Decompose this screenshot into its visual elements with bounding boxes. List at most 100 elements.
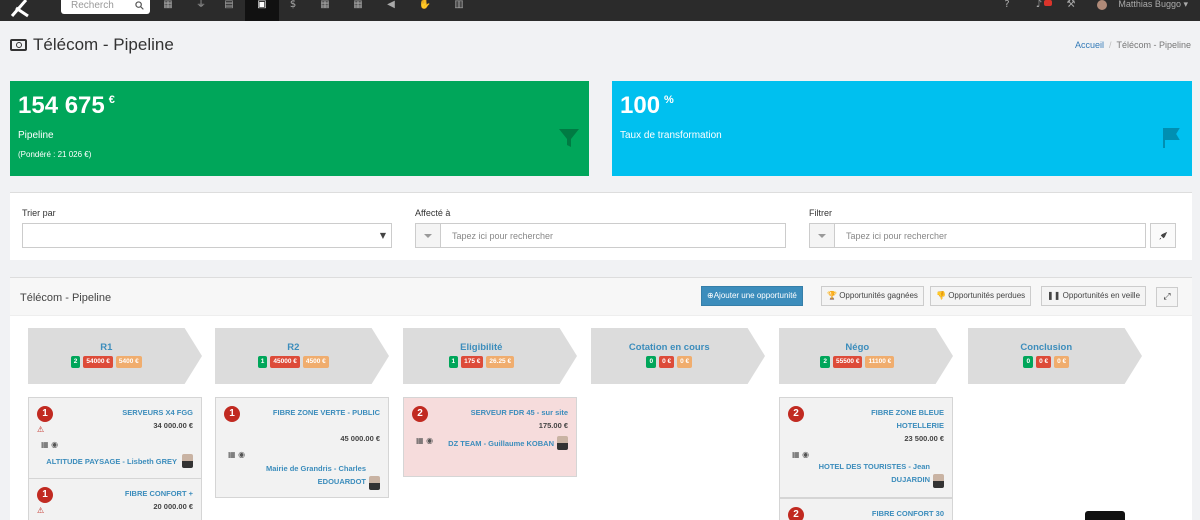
assigned-placeholder: Tapez ici pour rechercher: [452, 231, 554, 241]
caret-down-icon: ▼: [379, 231, 386, 240]
eye-icon[interactable]: ◉: [426, 436, 433, 445]
filter-dropdown-toggle[interactable]: [810, 224, 835, 247]
stage-count-badge: 1: [448, 356, 459, 368]
eye-icon[interactable]: ◉: [802, 450, 809, 459]
stage-count-badge: 2: [70, 356, 81, 368]
search-icon[interactable]: [135, 1, 144, 10]
opportunity-title[interactable]: FIBRE ZONE BLEUE HOTELLERIE: [844, 406, 944, 432]
briefcase-icon[interactable]: ▥: [452, 0, 466, 12]
won-opportunities-button[interactable]: 🏆 Opportunités gagnées: [821, 286, 924, 306]
opportunity-amount: 23 500.00 €: [904, 434, 944, 443]
funnel-icon: [559, 129, 579, 147]
tooltip: [1085, 511, 1125, 520]
add-opportunity-button[interactable]: ⊕Ajouter une opportunité: [701, 286, 803, 306]
calendar-icon[interactable]: ▦: [161, 0, 175, 12]
top-navbar: Recherch ▦ ⏚ ▤ ▣ $ ▦ ▦ ◀ ✋ ▥ ? ♪ ⚒ Matth…: [0, 0, 1200, 21]
apply-filter-button[interactable]: [1150, 223, 1176, 248]
page-title-text: Télécom - Pipeline: [33, 35, 174, 54]
opportunity-card[interactable]: 1 ⚠ SERVEURS X4 FGG 34 000.00 € ▦ ◉ ALTI…: [28, 397, 202, 479]
filter-icon[interactable]: ⏚: [194, 0, 208, 12]
user-menu[interactable]: Matthias Buggo ▾: [1118, 0, 1188, 10]
stage-amount-badge: 45000 €: [270, 356, 300, 368]
filter-label: Filtrer: [809, 208, 832, 218]
stage-eligibilite: Eligibilité 1 175 €26.25 €: [403, 328, 577, 384]
grid-icon[interactable]: ▦: [318, 0, 332, 12]
assigned-dropdown-toggle[interactable]: [416, 224, 441, 247]
opportunity-amount: 45 000.00 €: [340, 434, 380, 443]
lost-opportunities-button[interactable]: 👎 Opportunités perdues: [930, 286, 1032, 306]
calendar-icon[interactable]: ▦: [416, 436, 424, 445]
global-search[interactable]: Recherch: [61, 0, 150, 14]
opportunity-title[interactable]: FIBRE CONFORT 30: [872, 507, 944, 520]
calendar-icon[interactable]: ▦: [792, 450, 800, 459]
stage-amount-badge: 54000 €: [83, 356, 113, 368]
priority-badge: 2: [412, 406, 428, 422]
stage-weighted-badge: 0 €: [677, 356, 693, 368]
sort-label: Trier par: [22, 208, 56, 218]
priority-badge: 1: [224, 406, 240, 422]
expand-panel-button[interactable]: ⤢: [1156, 287, 1178, 307]
stage-weighted-badge: 5400 €: [115, 356, 142, 368]
opportunity-amount: 34 000.00 €: [153, 421, 193, 430]
app-logo-icon[interactable]: [10, 0, 32, 18]
global-search-input[interactable]: Recherch: [71, 0, 114, 11]
megaphone-icon[interactable]: ◀: [384, 0, 398, 12]
opportunity-client[interactable]: HOTEL DES TOURISTES - Jean DUJARDIN: [805, 460, 930, 486]
filter-placeholder: Tapez ici pour rechercher: [846, 231, 948, 241]
breadcrumb-home[interactable]: Accueil: [1075, 40, 1104, 50]
sort-select[interactable]: ▼: [22, 223, 392, 248]
money-bill-icon: [10, 39, 27, 51]
stage-name: Conclusion: [1020, 342, 1073, 353]
stage-conclusion: Conclusion 00 €0 €: [968, 328, 1142, 384]
handshake-icon[interactable]: ✋: [418, 0, 432, 12]
filters-panel: Trier par ▼ Affecté à Tapez ici pour rec…: [10, 192, 1192, 260]
opportunity-card[interactable]: 1 ⚠ FIBRE CONFORT + 20 000.00 €: [28, 478, 202, 520]
assigned-input[interactable]: Tapez ici pour rechercher: [415, 223, 786, 248]
pipeline-panel-header: Télécom - Pipeline ⊕Ajouter une opportun…: [10, 278, 1192, 316]
opportunity-card[interactable]: 2 FIBRE ZONE BLEUE HOTELLERIE 23 500.00 …: [779, 397, 953, 498]
opportunity-card[interactable]: 1 FIBRE ZONE VERTE - PUBLIC 45 000.00 € …: [215, 397, 389, 498]
wrench-icon[interactable]: ⚒: [1064, 0, 1078, 12]
page-title: Télécom - Pipeline: [10, 35, 174, 55]
stage-weighted-badge: 11100 €: [865, 356, 895, 368]
user-avatar[interactable]: [1097, 0, 1107, 10]
notification-badge: [1044, 0, 1052, 6]
table-icon[interactable]: ▦: [351, 0, 365, 12]
help-icon[interactable]: ?: [1000, 0, 1014, 12]
stage-weighted-badge: 0 €: [1054, 356, 1070, 368]
stage-name: R2: [287, 342, 300, 353]
eye-icon[interactable]: ◉: [51, 440, 58, 449]
opportunity-client[interactable]: ALTITUDE PAYSAGE - Lisbeth GREY: [46, 455, 177, 468]
opportunity-title[interactable]: FIBRE ZONE VERTE - PUBLIC: [270, 406, 380, 419]
stage-r2: R2 1 45000 €4500 €: [215, 328, 389, 384]
opportunity-client[interactable]: Mairie de Grandris - Charles EDOUARDOT: [246, 462, 366, 488]
opportunity-card[interactable]: 2 SERVEUR FDR 45 - sur site 175.00 € ▦ ◉…: [403, 397, 577, 477]
dollar-icon[interactable]: $: [286, 0, 300, 12]
nav-item-pipeline-active[interactable]: ▣: [245, 0, 279, 21]
warning-icon: ⚠: [37, 425, 45, 434]
kpi-conversion: 100% Taux de transformation: [612, 81, 1192, 176]
eye-icon[interactable]: ◉: [238, 450, 245, 459]
clipboard-icon[interactable]: ▤: [222, 0, 236, 12]
kpi-conversion-label: Taux de transformation: [620, 130, 722, 141]
user-name: Matthias Buggo: [1118, 0, 1181, 9]
trophy-icon: 🏆: [827, 291, 837, 300]
stage-weighted-badge: 26.25 €: [486, 356, 515, 368]
filter-input[interactable]: Tapez ici pour rechercher: [809, 223, 1146, 248]
pipeline-panel: Télécom - Pipeline ⊕Ajouter une opportun…: [10, 277, 1192, 520]
opportunity-card[interactable]: 2 FIBRE CONFORT 30: [779, 498, 953, 520]
flag-icon: [1163, 128, 1180, 148]
watch-opportunities-button[interactable]: ❚❚ Opportunités en veille: [1041, 286, 1147, 306]
opportunity-amount: 175.00 €: [538, 421, 568, 430]
opportunity-title[interactable]: SERVEURS X4 FGG: [122, 406, 193, 419]
opportunity-title[interactable]: SERVEUR FDR 45 - sur site: [471, 406, 568, 419]
rocket-icon: [1159, 231, 1168, 240]
calendar-icon[interactable]: ▦: [228, 450, 236, 459]
opportunity-client[interactable]: DZ TEAM - Guillaume KOBAN: [448, 437, 554, 450]
stage-count-badge: 1: [257, 356, 268, 368]
opportunity-title[interactable]: FIBRE CONFORT +: [125, 487, 193, 500]
stage-count-badge: 2: [820, 356, 830, 368]
calendar-icon[interactable]: ▦: [41, 440, 49, 449]
stage-nego: Négo 2 55500 €11100 €: [779, 328, 953, 384]
stage-count-badge: 0: [646, 356, 657, 368]
